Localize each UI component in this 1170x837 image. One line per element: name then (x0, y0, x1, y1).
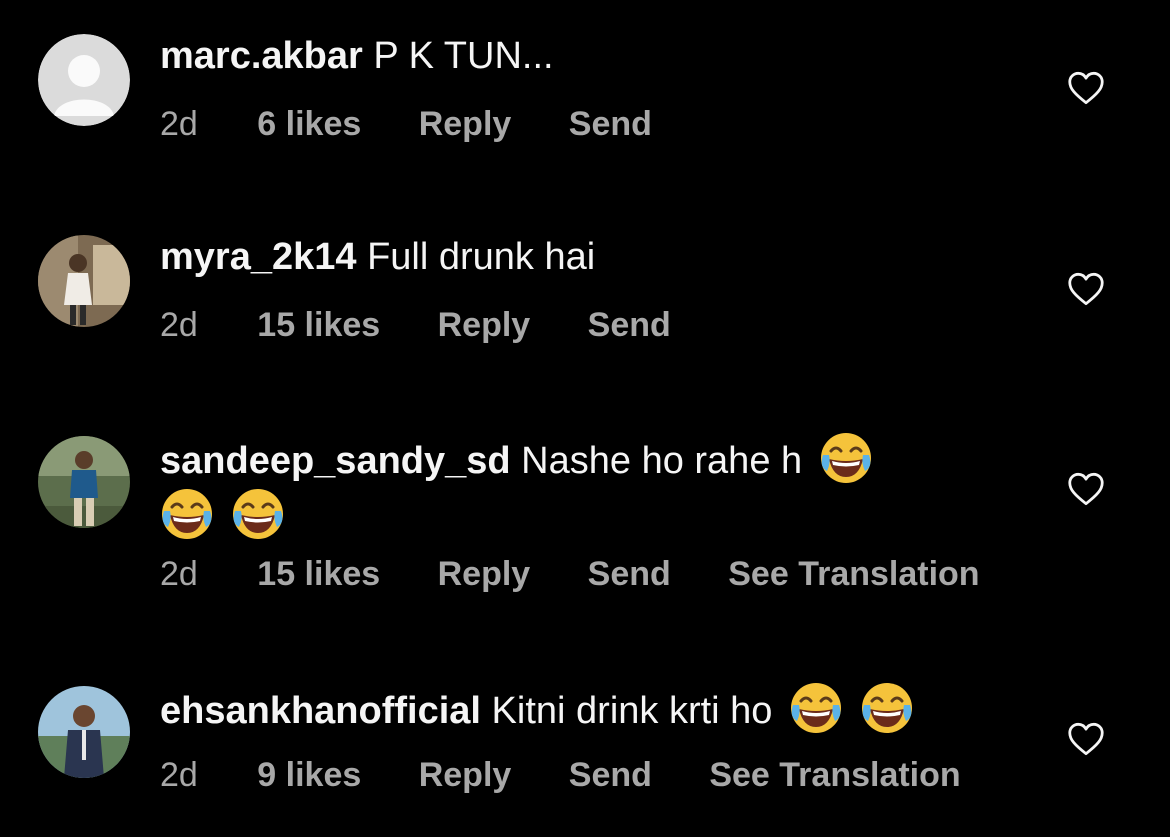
send-button[interactable]: Send (569, 753, 652, 797)
comment-meta: 2d 15 likes Reply Send See Translation (160, 552, 1028, 596)
reply-button[interactable]: Reply (419, 753, 512, 797)
comment-username[interactable]: marc.akbar (160, 35, 363, 77)
profile-photo (38, 436, 130, 528)
heart-icon[interactable] (1067, 272, 1105, 306)
send-button[interactable]: Send (569, 102, 652, 146)
face-with-tears-of-joy-icon (819, 431, 873, 485)
send-button[interactable]: Send (588, 303, 671, 347)
comment-text: P K TUN... (373, 35, 554, 77)
comment-time: 2d (160, 756, 198, 794)
likes-count[interactable]: 6 likes (257, 102, 361, 146)
face-with-tears-of-joy-icon (160, 487, 214, 541)
avatar[interactable] (38, 235, 130, 327)
reply-button[interactable]: Reply (419, 102, 512, 146)
comment-body: marc.akbar P K TUN... (160, 30, 990, 82)
likes-count[interactable]: 15 likes (257, 303, 380, 347)
reply-button[interactable]: Reply (438, 552, 531, 596)
comment-username[interactable]: ehsankhanofficial (160, 690, 481, 732)
heart-icon[interactable] (1067, 722, 1105, 756)
comment-meta: 2d 9 likes Reply Send See Translation (160, 753, 1009, 797)
comment-body: ehsankhanofficial Kitni drink krti ho (160, 681, 990, 737)
comment-time: 2d (160, 105, 198, 143)
send-button[interactable]: Send (588, 552, 671, 596)
avatar[interactable] (38, 436, 130, 528)
comment-username[interactable]: sandeep_sandy_sd (160, 440, 511, 482)
comments-list: marc.akbar P K TUN... 2d 6 likes Reply S… (0, 0, 1170, 837)
default-avatar-icon (38, 34, 130, 126)
heart-icon[interactable] (1067, 472, 1105, 506)
comment-text: Kitni drink krti ho (491, 690, 773, 732)
comment-body: sandeep_sandy_sd Nashe ho rahe h (160, 431, 990, 543)
comment-text: Full drunk hai (367, 236, 596, 278)
comment-username[interactable]: myra_2k14 (160, 236, 357, 278)
profile-photo (38, 235, 130, 327)
profile-photo (38, 686, 130, 778)
reply-button[interactable]: Reply (438, 303, 531, 347)
comment-meta: 2d 6 likes Reply Send (160, 102, 700, 146)
face-with-tears-of-joy-icon (860, 681, 914, 735)
avatar[interactable] (38, 34, 130, 126)
likes-count[interactable]: 15 likes (257, 552, 380, 596)
face-with-tears-of-joy-icon (231, 487, 285, 541)
see-translation-button[interactable]: See Translation (728, 552, 979, 596)
comment-time: 2d (160, 555, 198, 593)
see-translation-button[interactable]: See Translation (709, 753, 960, 797)
comment-meta: 2d 15 likes Reply Send (160, 303, 719, 347)
face-with-tears-of-joy-icon (789, 681, 843, 735)
heart-icon[interactable] (1067, 71, 1105, 105)
comment-text: Nashe ho rahe h (521, 440, 803, 482)
comment-body: myra_2k14 Full drunk hai (160, 231, 990, 283)
avatar[interactable] (38, 686, 130, 778)
likes-count[interactable]: 9 likes (257, 753, 361, 797)
comment-time: 2d (160, 306, 198, 344)
